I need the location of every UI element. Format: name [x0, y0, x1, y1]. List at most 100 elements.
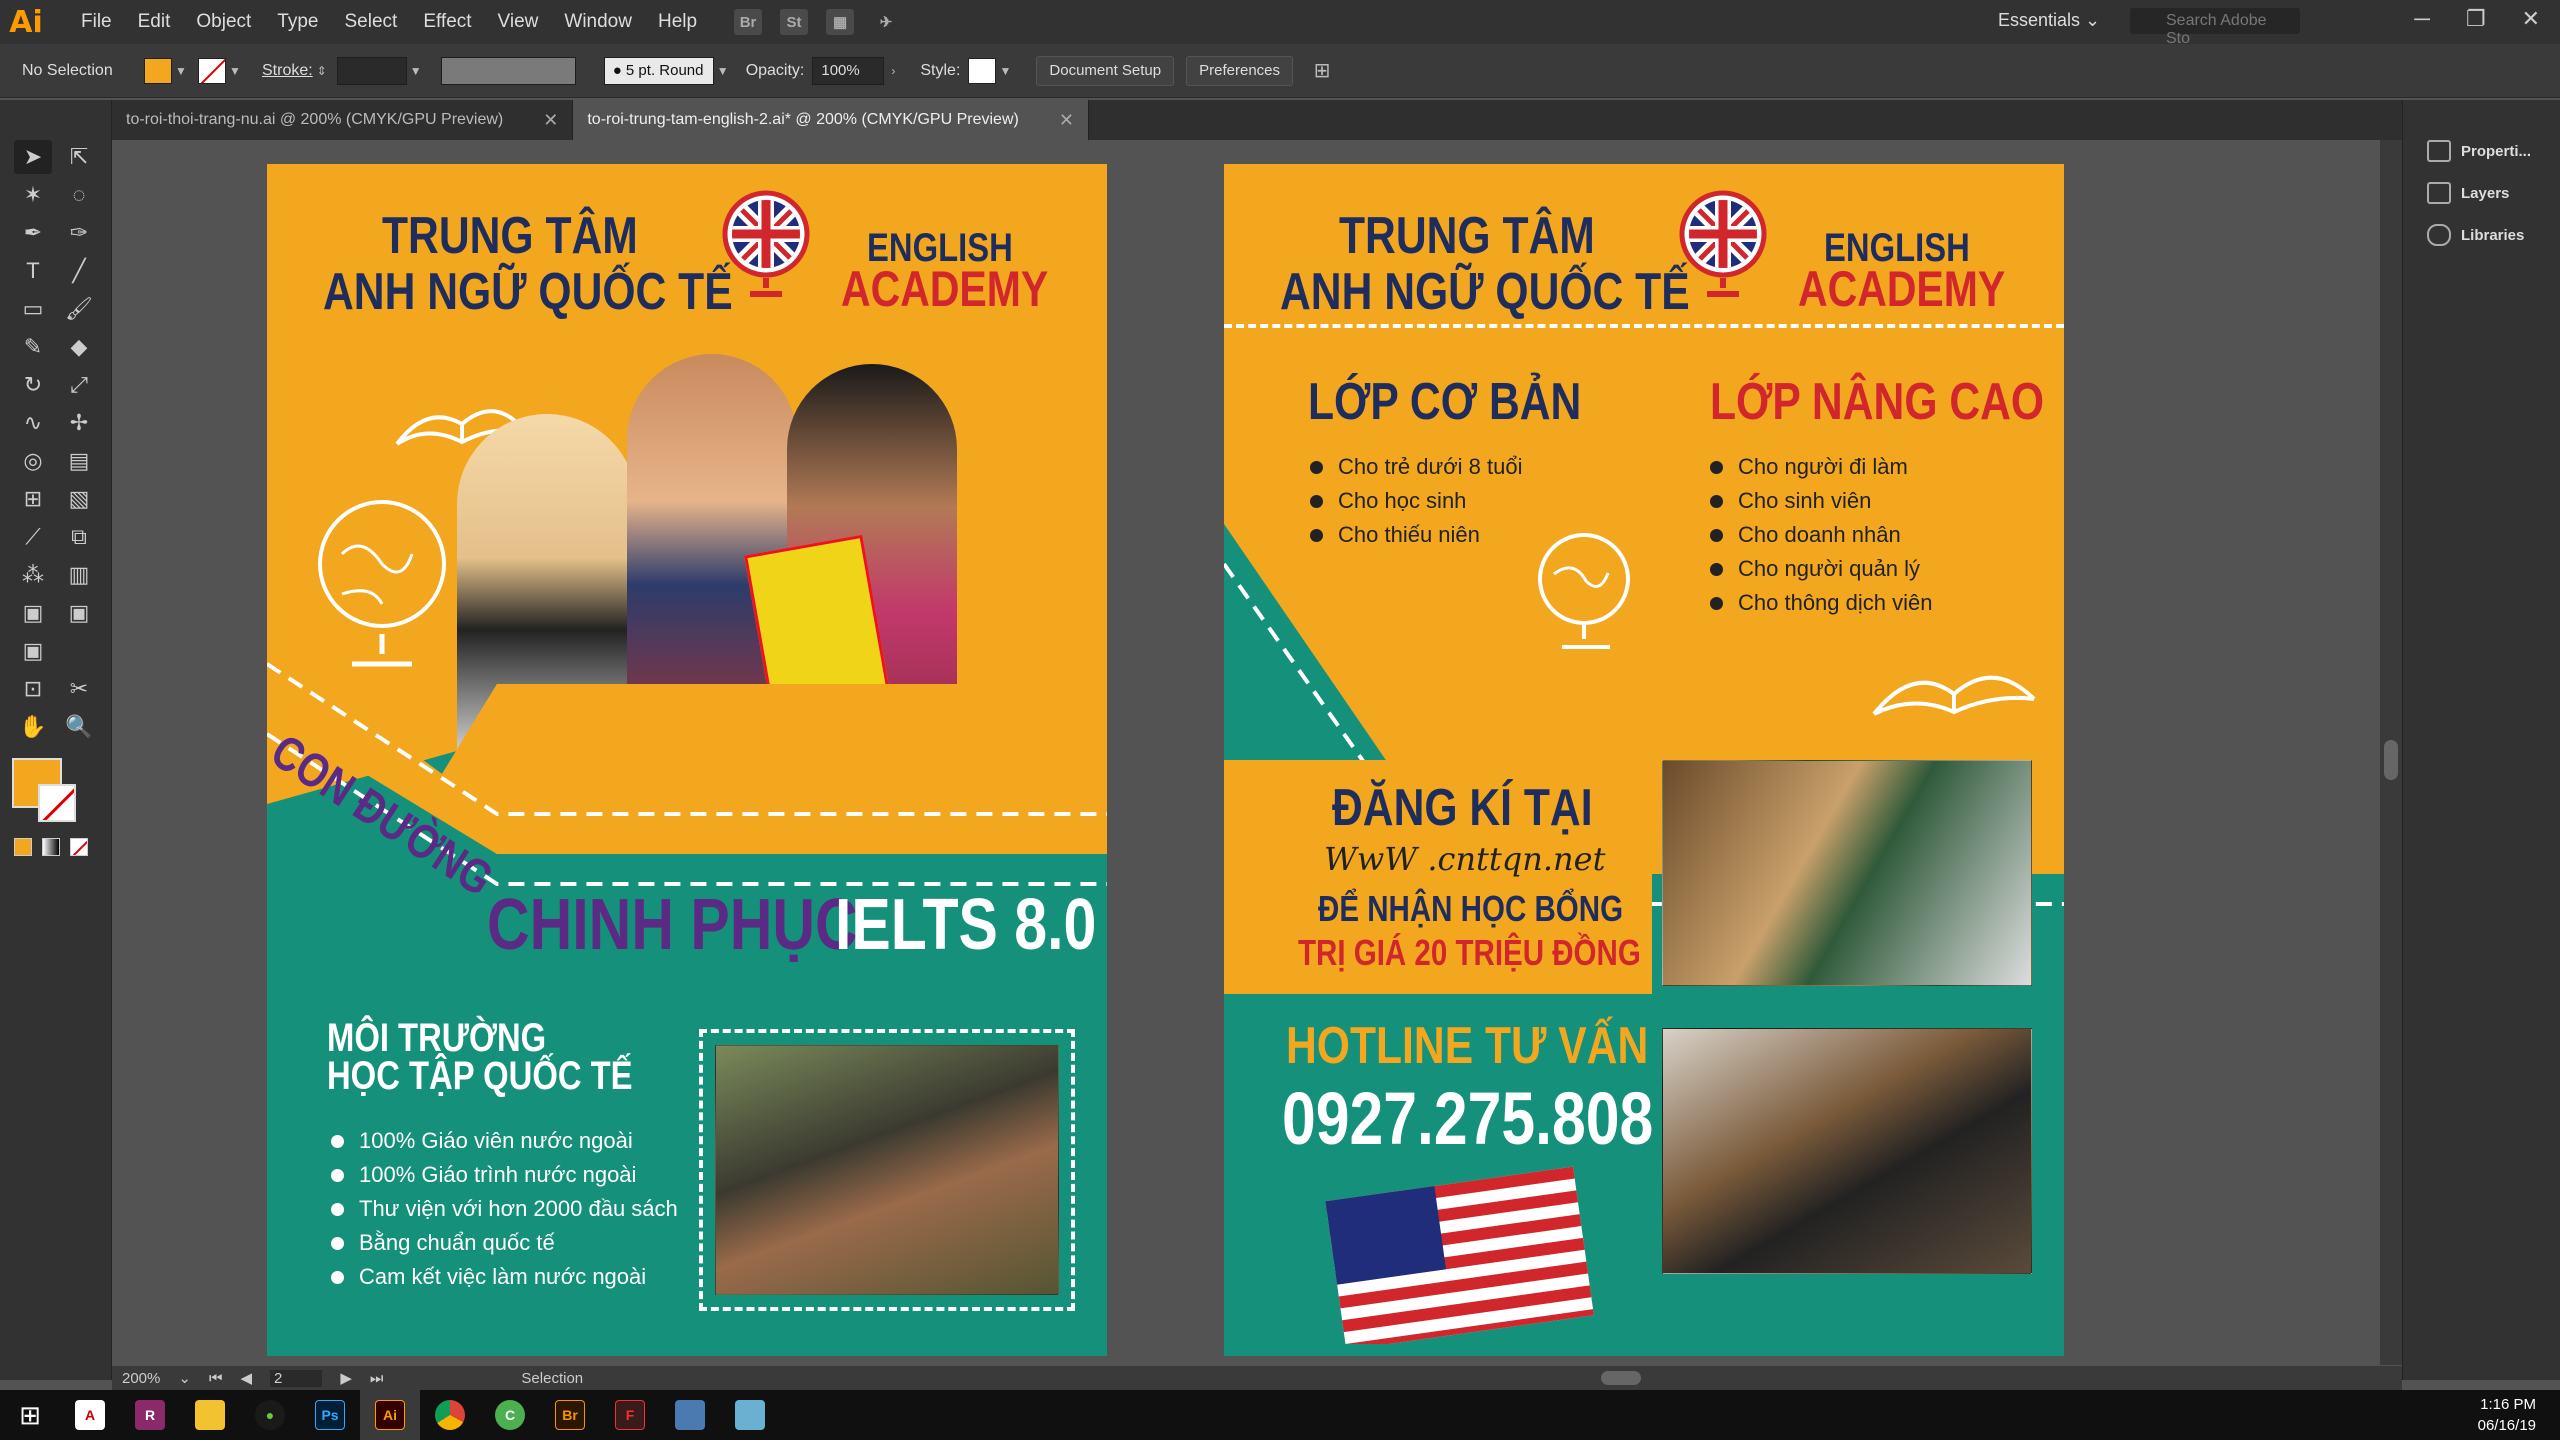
zoom-level-field[interactable]: 200%	[122, 1370, 160, 1387]
photoshop-app-icon[interactable]: Ps	[300, 1390, 360, 1440]
chevron-down-icon[interactable]: ▼	[996, 64, 1014, 78]
type-tool-icon[interactable]: T	[14, 254, 52, 288]
menu-object[interactable]: Object	[183, 11, 264, 33]
close-icon[interactable]: ✕	[543, 110, 558, 131]
scale-tool-icon[interactable]: ⤢	[60, 368, 98, 402]
brush-definition[interactable]: ● 5 pt. Round	[603, 56, 714, 85]
menu-type[interactable]: Type	[264, 11, 331, 33]
arrange-documents-icon[interactable]: ▦	[826, 9, 855, 35]
chevron-down-icon[interactable]: ⌄	[178, 1369, 191, 1387]
symbol-sprayer-tool-icon[interactable]: ⁂	[14, 558, 52, 592]
file-explorer-icon[interactable]	[180, 1390, 240, 1440]
zoom-tool-icon[interactable]: 🔍	[60, 710, 98, 744]
menu-help[interactable]: Help	[645, 11, 710, 33]
snipping-app-icon[interactable]	[720, 1390, 780, 1440]
color-mode-icon[interactable]	[14, 838, 32, 856]
line-tool-icon[interactable]: ╱	[60, 254, 98, 288]
gradient-mode-icon[interactable]	[42, 838, 60, 856]
search-stock-input[interactable]: Search Adobe Sto	[2130, 8, 2300, 47]
warp-tool-icon[interactable]: ∿	[14, 406, 52, 440]
curvature-tool-icon[interactable]: ✑	[60, 216, 98, 250]
layers-panel-button[interactable]: Layers	[2403, 172, 2560, 214]
bridge-icon[interactable]: Br	[734, 9, 763, 35]
paintbrush-tool-icon[interactable]: 🖌	[60, 292, 98, 326]
photos-app-icon[interactable]	[660, 1390, 720, 1440]
restore-icon[interactable]: ❐	[2466, 6, 2486, 32]
properties-panel-button[interactable]: Properti...	[2403, 130, 2560, 172]
custom-tool-c-icon[interactable]: ▣	[14, 634, 52, 668]
stroke-swatch[interactable]	[198, 57, 226, 84]
system-clock[interactable]: 1:16 PM 06/16/19	[2478, 1394, 2536, 1436]
direct-selection-tool-icon[interactable]: ⇱	[60, 140, 98, 174]
mesh-tool-icon[interactable]: ⊞	[14, 482, 52, 516]
chevron-down-icon[interactable]: ▼	[407, 64, 425, 78]
stroke-color-box[interactable]	[38, 784, 76, 822]
flash-app-icon[interactable]: F	[600, 1390, 660, 1440]
menu-view[interactable]: View	[485, 11, 552, 33]
shaper-tool-icon[interactable]: ✎	[14, 330, 52, 364]
blend-tool-icon[interactable]: ⧉	[60, 520, 98, 554]
pdf-app-icon[interactable]: A	[60, 1390, 120, 1440]
artboard-flyer-2[interactable]: TRUNG TÂM ANH NGỮ QUỐC TẾ ENGLISH ACADEM…	[1224, 164, 2064, 1356]
bridge-app-icon[interactable]: Br	[540, 1390, 600, 1440]
chevron-down-icon[interactable]: ▼	[714, 64, 732, 78]
artboard-number-field[interactable]: 2	[270, 1369, 323, 1387]
puppet-warp-tool-icon[interactable]: ✢	[60, 406, 98, 440]
none-mode-icon[interactable]	[70, 838, 88, 856]
stock-icon[interactable]: St	[780, 9, 809, 35]
vertical-scrollbar[interactable]	[2380, 140, 2402, 1365]
tab-document-2[interactable]: to-roi-trung-tam-english-2.ai* @ 200% (C…	[573, 100, 1089, 140]
menu-file[interactable]: File	[68, 11, 125, 33]
camtasia-app-icon[interactable]: C	[480, 1390, 540, 1440]
workspace-switcher[interactable]: Essentials ⌄	[1998, 10, 2100, 31]
menu-window[interactable]: Window	[551, 11, 645, 33]
selection-tool-icon[interactable]: ➤	[14, 140, 52, 174]
fill-swatch[interactable]	[144, 57, 172, 84]
close-icon[interactable]: ✕	[2522, 6, 2540, 32]
prev-artboard-icon[interactable]: ◀	[240, 1369, 252, 1387]
artboard-tool-icon[interactable]: ⊡	[14, 672, 52, 706]
chevron-right-icon[interactable]: ›	[884, 64, 902, 78]
rectangle-tool-icon[interactable]: ▭	[14, 292, 52, 326]
hand-tool-icon[interactable]: ✋	[14, 710, 52, 744]
artboard-flyer-1[interactable]: TRUNG TÂM ANH NGỮ QUỐC TẾ ENGLISH ACADEM…	[267, 164, 1107, 1356]
start-button[interactable]: ⊞	[0, 1390, 60, 1440]
eyedropper-tool-icon[interactable]: ⟋	[14, 520, 52, 554]
shape-builder-tool-icon[interactable]: ◎	[14, 444, 52, 478]
winrar-app-icon[interactable]: R	[120, 1390, 180, 1440]
align-icon[interactable]: ⊞	[1313, 58, 1331, 83]
stroke-stepper[interactable]: ⇕	[313, 64, 331, 78]
horizontal-scroll-thumb[interactable]	[1601, 1371, 1642, 1385]
menu-effect[interactable]: Effect	[410, 11, 484, 33]
document-setup-button[interactable]: Document Setup	[1036, 55, 1175, 86]
libraries-panel-button[interactable]: Libraries	[2403, 214, 2560, 256]
first-artboard-icon[interactable]: ⏮	[209, 1370, 223, 1387]
custom-tool-b-icon[interactable]: ▣	[60, 596, 98, 630]
slice-tool-icon[interactable]: ✂	[60, 672, 98, 706]
menu-select[interactable]: Select	[332, 11, 411, 33]
custom-tool-a-icon[interactable]: ▣	[14, 596, 52, 630]
eraser-tool-icon[interactable]: ◆	[60, 330, 98, 364]
stroke-weight-field[interactable]	[336, 56, 407, 85]
minimize-icon[interactable]: ─	[2414, 6, 2430, 32]
lasso-tool-icon[interactable]: ◌	[60, 178, 98, 212]
gradient-tool-icon[interactable]: ▧	[60, 482, 98, 516]
opacity-field[interactable]: 100%	[812, 56, 885, 85]
next-artboard-icon[interactable]: ▶	[340, 1369, 352, 1387]
illustrator-app-icon[interactable]: Ai	[360, 1390, 420, 1440]
column-graph-tool-icon[interactable]: ▥	[60, 558, 98, 592]
tab-document-1[interactable]: to-roi-thoi-trang-nu.ai @ 200% (CMYK/GPU…	[112, 100, 574, 140]
chevron-down-icon[interactable]: ▼	[226, 64, 244, 78]
gpu-performance-icon[interactable]: ✈	[872, 9, 900, 35]
perspective-grid-tool-icon[interactable]: ▤	[60, 444, 98, 478]
close-icon[interactable]: ✕	[1059, 110, 1074, 131]
corel-app-icon[interactable]: ●	[240, 1390, 300, 1440]
magic-wand-tool-icon[interactable]: ✶	[14, 178, 52, 212]
menu-edit[interactable]: Edit	[125, 11, 184, 33]
graphic-style-swatch[interactable]	[968, 57, 997, 84]
last-artboard-icon[interactable]: ⏭	[370, 1370, 384, 1387]
chrome-app-icon[interactable]	[420, 1390, 480, 1440]
chevron-down-icon[interactable]: ▼	[172, 64, 190, 78]
pen-tool-icon[interactable]: ✒	[14, 216, 52, 250]
preferences-button[interactable]: Preferences	[1186, 55, 1293, 86]
